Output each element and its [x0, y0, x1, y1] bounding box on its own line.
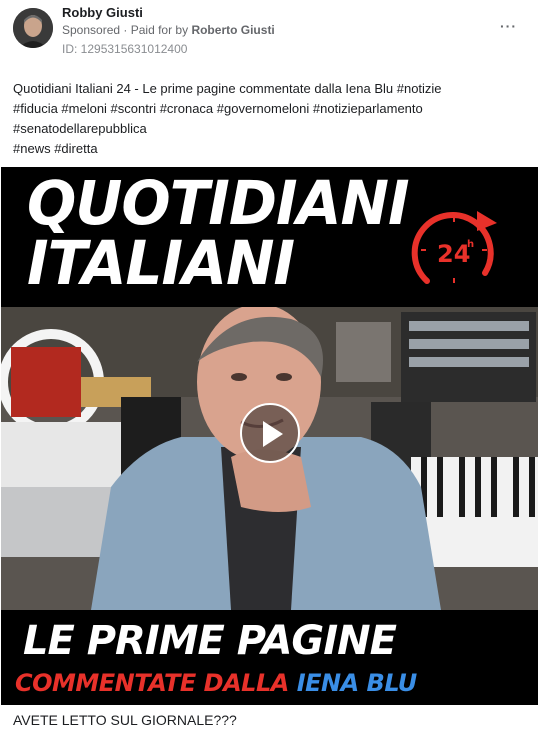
more-options-icon[interactable]: ··· — [500, 18, 517, 34]
avatar-photo — [13, 8, 53, 48]
clock-label: 24 — [437, 240, 470, 268]
author-name[interactable]: Robby Giusti — [62, 5, 143, 20]
sponsored-post: Robby Giusti Sponsored · Paid for by Rob… — [0, 0, 539, 750]
paid-for-name[interactable]: Roberto Giusti — [191, 23, 274, 37]
post-text: Quotidiani Italiani 24 - Le prime pagine… — [13, 79, 528, 159]
post-text-line: #fiducia #meloni #scontri #cronaca #gove… — [13, 101, 423, 116]
video-subtitle-line1: LE PRIME PAGINE — [23, 618, 397, 664]
post-caption: AVETE LETTO SUL GIORNALE??? — [13, 712, 237, 728]
clock-24h-icon: 24 h — [411, 211, 497, 284]
sponsored-info: Sponsored · Paid for by Roberto Giusti — [62, 23, 275, 37]
sponsored-label: Sponsored — [62, 23, 121, 37]
video-subtitle-line2: COMMENTATE DALLA IENA BLU — [15, 669, 417, 697]
avatar[interactable] — [13, 8, 53, 48]
video-subtitle-red: COMMENTATE DALLA — [15, 669, 289, 697]
video-title-band: QUOTIDIANI ITALIANI 24 h — [1, 167, 538, 307]
clock-sup: h — [467, 239, 474, 250]
video-subtitle-blue: IENA BLU — [296, 669, 418, 697]
video-thumbnail[interactable]: QUOTIDIANI ITALIANI 24 h LE PRIME PAGINE… — [1, 167, 538, 705]
post-text-line: Quotidiani Italiani 24 - Le prime pagine… — [13, 81, 442, 96]
post-text-line: #senatodellarepubblica — [13, 121, 147, 136]
ad-id: ID: 1295315631012400 — [62, 42, 188, 56]
video-title-line2: ITALIANI — [27, 227, 295, 299]
paid-for-prefix: · Paid for by — [123, 23, 189, 37]
play-icon — [263, 421, 283, 447]
post-text-line: #news #diretta — [13, 141, 98, 156]
play-button[interactable] — [240, 403, 300, 463]
video-bottom-band: LE PRIME PAGINE COMMENTATE DALLA IENA BL… — [1, 610, 538, 705]
